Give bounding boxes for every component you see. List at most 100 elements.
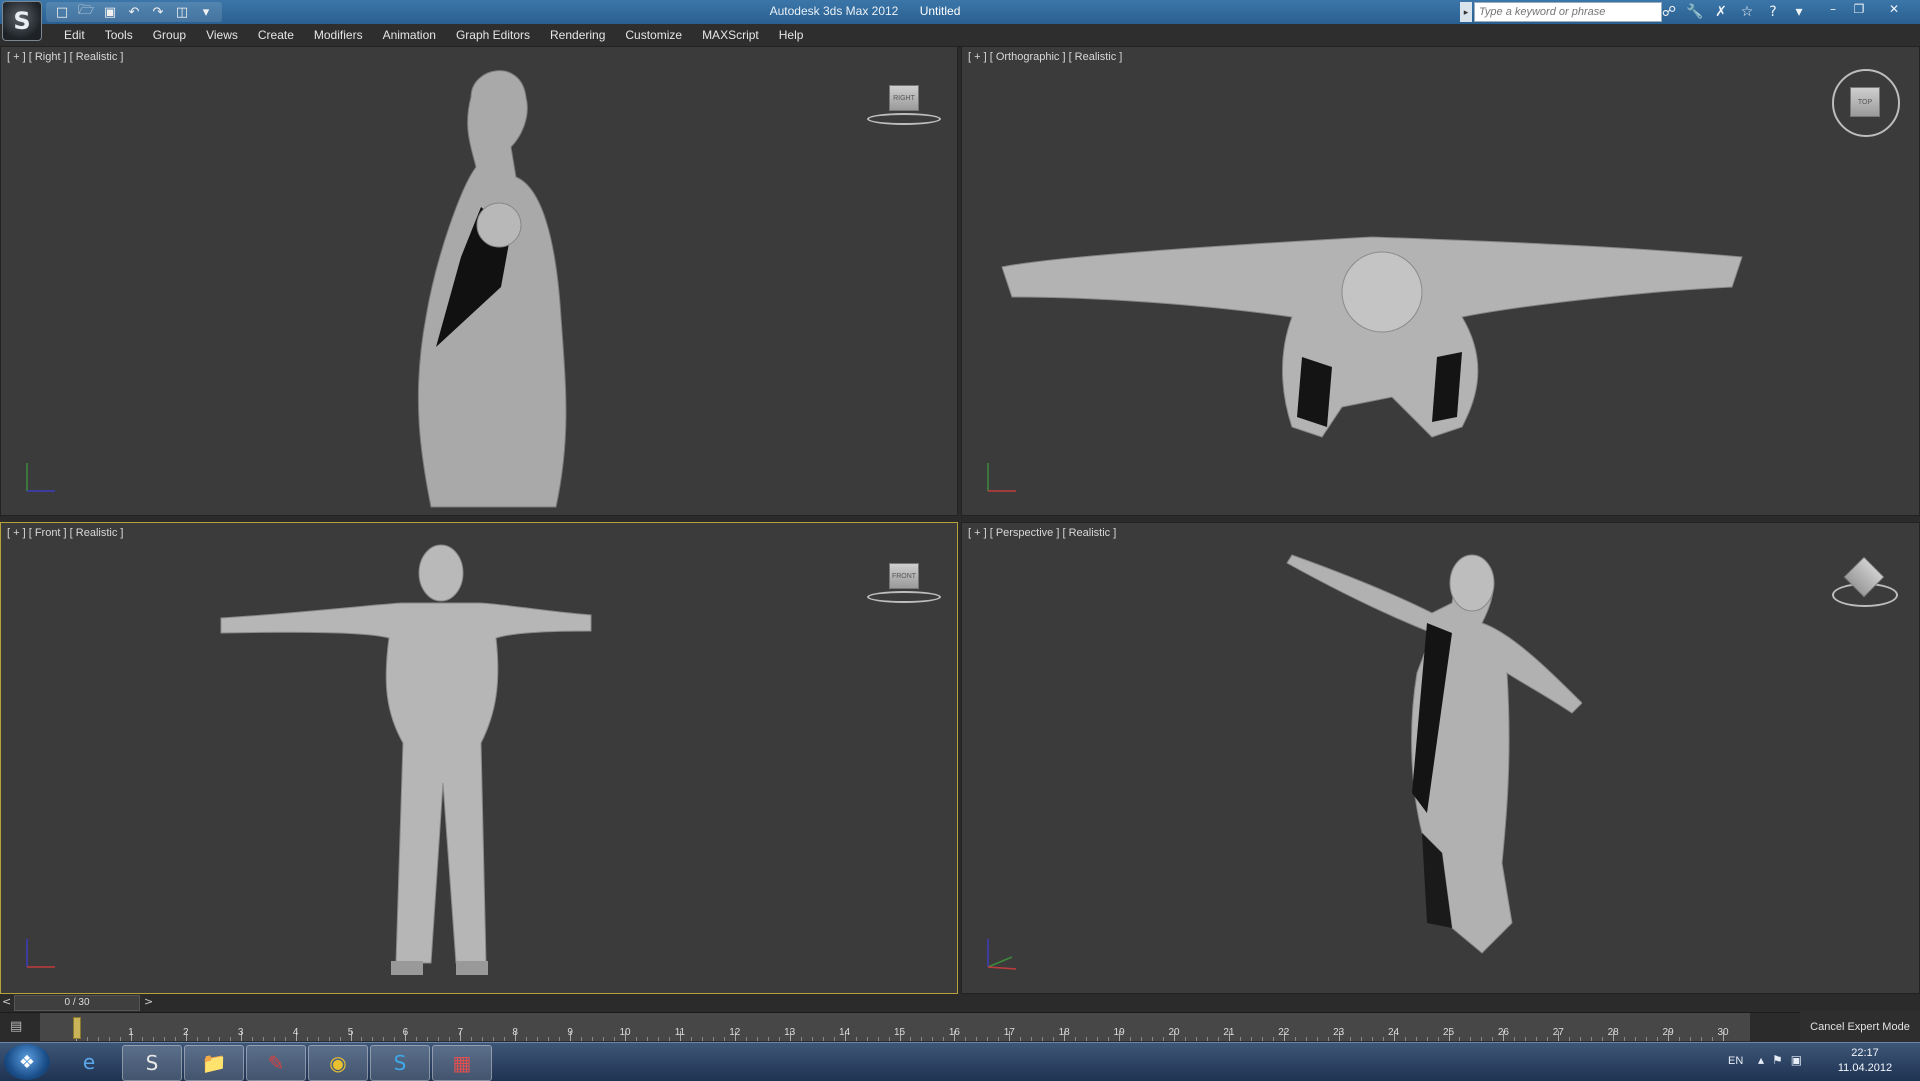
infocenter-toggle-icon[interactable]: ▸ [1460, 2, 1472, 22]
timeline-minor-tick [119, 1037, 121, 1041]
timeline-minor-tick [1195, 1037, 1197, 1041]
timeline-minor-tick [1437, 1037, 1439, 1041]
playhead[interactable] [73, 1017, 81, 1039]
timeline-minor-tick [778, 1037, 780, 1041]
viewport-perspective[interactable]: [ + ] [ Perspective ] [ Realistic ] [961, 522, 1920, 994]
viewcube[interactable]: FRONT [889, 563, 919, 589]
timeline-minor-tick [97, 1037, 99, 1041]
menu-animation[interactable]: Animation [373, 24, 446, 46]
menu-rendering[interactable]: Rendering [540, 24, 615, 46]
timeline-tick-label: 14 [839, 1027, 851, 1038]
timeline-minor-tick [888, 1037, 890, 1041]
search-input[interactable] [1474, 2, 1662, 22]
curve-editor-icon[interactable]: ▤ [10, 1019, 30, 1035]
action-center-flag-icon[interactable]: ⚑ [1772, 1053, 1783, 1067]
menu-graph-editors[interactable]: Graph Editors [446, 24, 540, 46]
windows-logo-icon: ❖ [18, 1051, 36, 1073]
previous-frame-button[interactable]: < [2, 995, 11, 1008]
timeline-minor-tick [723, 1037, 725, 1041]
explorer-icon[interactable]: 📁 [184, 1045, 244, 1081]
help-icon[interactable]: ? [1764, 2, 1782, 22]
timeline-tick-label: 9 [567, 1027, 573, 1038]
viewport-label[interactable]: [ + ] [ Perspective ] [ Realistic ] [968, 527, 1116, 539]
timeline-minor-tick [800, 1037, 802, 1041]
system-clock[interactable]: 22:17 11.04.2012 [1820, 1046, 1910, 1076]
timeline-minor-tick [394, 1037, 396, 1041]
viewport-label[interactable]: [ + ] [ Right ] [ Realistic ] [7, 51, 123, 63]
project-folder-icon[interactable]: ◫ [172, 2, 192, 22]
viewcube-ring[interactable] [867, 591, 941, 603]
redo-icon[interactable]: ↷ [148, 2, 168, 22]
track-ruler[interactable]: 1 2 3 4 5 6 7 8 9 10 11 12 13 14 15 16 17 18 19 20 21 22 23 24 2… [40, 1013, 1750, 1041]
timeline-minor-tick [1470, 1037, 1472, 1041]
subscription-key-icon[interactable]: 🔧 [1686, 2, 1704, 22]
menu-help[interactable]: Help [769, 24, 814, 46]
timeline-minor-tick [548, 1037, 550, 1041]
new-file-icon[interactable]: □ [52, 2, 72, 22]
dropdown-icon[interactable]: ▾ [196, 2, 216, 22]
character-mesh-side-view[interactable] [391, 57, 591, 516]
character-mesh-front-view[interactable] [211, 543, 601, 993]
menu-create[interactable]: Create [248, 24, 304, 46]
timeline-minor-tick [1712, 1037, 1714, 1041]
menu-tools[interactable]: Tools [95, 24, 143, 46]
application-button[interactable]: S [2, 1, 42, 41]
timeline-minor-tick [1569, 1037, 1571, 1041]
network-icon[interactable]: ▣ [1791, 1053, 1802, 1067]
menu-customize[interactable]: Customize [615, 24, 692, 46]
open-file-icon[interactable]: 🗁 [76, 2, 96, 22]
chrome-icon[interactable]: ◉ [308, 1045, 368, 1081]
start-button[interactable]: ❖ [4, 1044, 50, 1080]
timeline-minor-tick [866, 1037, 868, 1041]
favorites-star-icon[interactable]: ☆ [1738, 2, 1756, 22]
timeline-minor-tick [811, 1037, 813, 1041]
language-indicator[interactable]: EN [1728, 1055, 1743, 1067]
viewport-front[interactable]: [ + ] [ Front ] [ Realistic ] FRONT [0, 522, 958, 994]
binoculars-icon[interactable]: ☍ [1660, 2, 1678, 22]
skype-icon[interactable]: S [370, 1045, 430, 1081]
timeline-minor-tick [526, 1037, 528, 1041]
menu-modifiers[interactable]: Modifiers [304, 24, 373, 46]
help-dropdown-icon[interactable]: ▾ [1790, 2, 1808, 22]
3dsmax-icon[interactable]: S [122, 1045, 182, 1081]
timeline-minor-tick [1591, 1037, 1593, 1041]
paint-icon[interactable]: ✎ [246, 1045, 306, 1081]
viewport-right[interactable]: [ + ] [ Right ] [ Realistic ] RIGHT [0, 46, 958, 516]
close-icon[interactable]: ✕ [1872, 0, 1916, 18]
timeline-tick-label: 2 [183, 1027, 189, 1038]
viewport-orthographic[interactable]: [ + ] [ Orthographic ] [ Realistic ] TOP [961, 46, 1920, 516]
minimize-icon[interactable]: – [1820, 0, 1846, 18]
clock-date: 11.04.2012 [1837, 1062, 1893, 1074]
timeline-minor-tick [1272, 1037, 1274, 1041]
timeline-minor-tick [1075, 1037, 1077, 1041]
time-slider: < 0 / 30 > [0, 994, 1920, 1011]
viewcube[interactable]: TOP [1850, 87, 1880, 117]
next-frame-button[interactable]: > [144, 995, 153, 1008]
timeline-tick-label: 11 [674, 1027, 686, 1038]
viewport-label[interactable]: [ + ] [ Front ] [ Realistic ] [7, 527, 123, 539]
timeline-minor-tick [1141, 1037, 1143, 1041]
timeline-minor-tick [1514, 1037, 1516, 1041]
viewport-label[interactable]: [ + ] [ Orthographic ] [ Realistic ] [968, 51, 1122, 63]
menu-maxscript[interactable]: MAXScript [692, 24, 769, 46]
save-icon[interactable]: ▣ [100, 2, 120, 22]
time-slider-track[interactable]: 0 / 30 [14, 995, 140, 1011]
menu-edit[interactable]: Edit [54, 24, 95, 46]
cancel-expert-mode-button[interactable]: Cancel Expert Mode [1800, 1010, 1920, 1044]
viewer-icon[interactable]: ▦ [432, 1045, 492, 1081]
restore-icon[interactable]: ❐ [1846, 0, 1872, 18]
tray-expand-icon[interactable]: ▴ [1758, 1053, 1764, 1067]
character-mesh-perspective-view[interactable] [1282, 533, 1582, 983]
timeline-minor-tick [1206, 1037, 1208, 1041]
viewcube[interactable]: RIGHT [889, 85, 919, 111]
timeline-tick-label: 28 [1607, 1027, 1619, 1038]
menu-group[interactable]: Group [143, 24, 196, 46]
ie-icon[interactable]: e [60, 1045, 118, 1079]
undo-icon[interactable]: ↶ [124, 2, 144, 22]
timeline-minor-tick [1042, 1037, 1044, 1041]
communication-center-icon[interactable]: ✗ [1712, 2, 1730, 22]
timeline-minor-tick [1316, 1037, 1318, 1041]
viewcube-ring[interactable] [867, 113, 941, 125]
menu-views[interactable]: Views [196, 24, 248, 46]
character-mesh-top-view[interactable] [992, 217, 1752, 487]
